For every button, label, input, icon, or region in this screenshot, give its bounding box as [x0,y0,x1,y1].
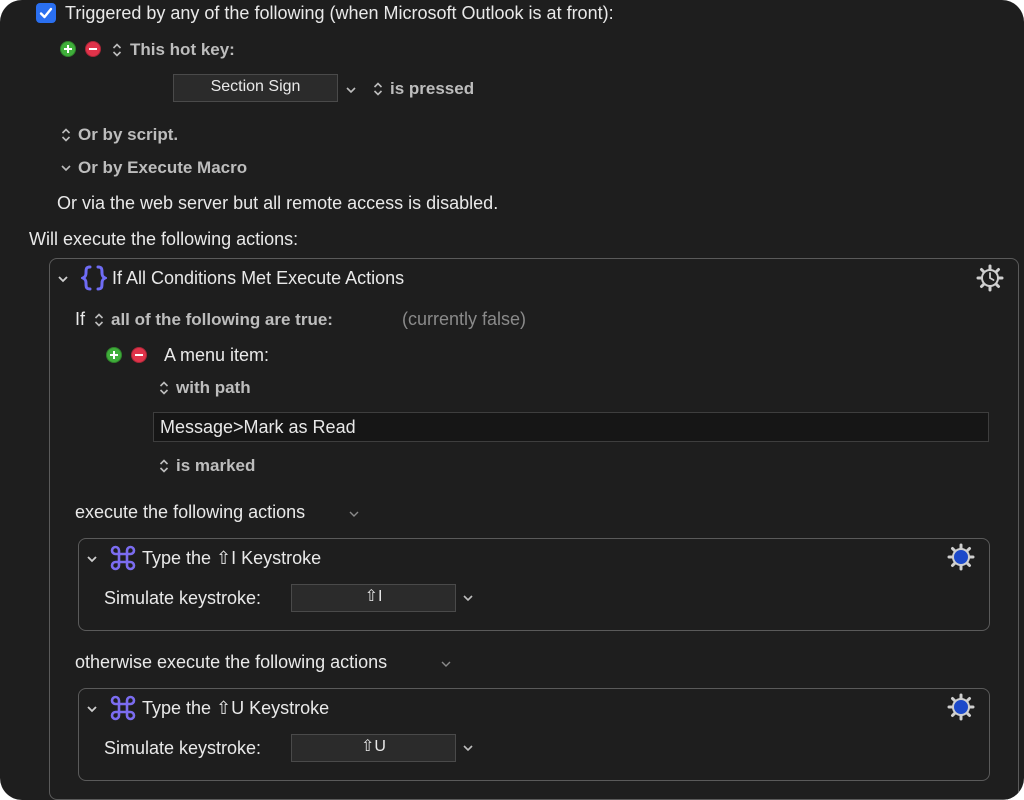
actions-header: Will execute the following actions: [29,229,299,249]
then-keystroke-dropdown-icon[interactable] [462,594,474,602]
by-script-label: Or by script. [78,125,179,144]
hotkey-field[interactable]: Section Sign [173,74,338,102]
trigger-title: Triggered by any of the following (when … [65,3,614,23]
else-action-title: Type the ⇧U Keystroke [142,698,330,718]
is-marked-stepper-icon[interactable] [159,458,169,474]
braces-icon [81,265,107,291]
gear-icon[interactable] [947,693,975,721]
else-disclosure-icon[interactable] [440,660,452,668]
add-condition-button[interactable] [106,347,122,363]
remove-trigger-button[interactable] [85,41,101,57]
condition-mode: all of the following are true: [111,310,333,329]
then-simulate-label: Simulate keystroke: [104,588,262,608]
add-trigger-button[interactable] [60,41,76,57]
with-path-label: with path [176,378,251,397]
condition-state: (currently false) [402,309,527,329]
gear-icon[interactable] [947,543,975,571]
then-keystroke-field[interactable]: ⇧I [291,584,456,612]
menu-path-value: Message>Mark as Read [160,417,356,437]
hotkey-label: This hot key: [130,40,235,59]
by-execute-macro-label: Or by Execute Macro [78,158,248,177]
hotkey-dropdown-icon[interactable] [345,86,357,94]
then-action-disclosure-icon[interactable] [86,555,98,563]
then-disclosure-icon[interactable] [348,510,360,518]
condition-type: A menu item: [164,345,270,365]
remove-condition-button[interactable] [131,347,147,363]
else-simulate-label: Simulate keystroke: [104,738,262,758]
is-marked-label: is marked [176,456,256,475]
trigger-enabled-checkbox[interactable] [36,3,56,23]
by-script-stepper-icon[interactable] [61,127,71,143]
else-label: otherwise execute the following actions [75,652,388,672]
with-path-stepper-icon[interactable] [159,380,169,396]
command-icon [110,695,136,721]
then-action-title: Type the ⇧I Keystroke [142,548,322,568]
else-action-disclosure-icon[interactable] [86,705,98,713]
macro-editor-window: Triggered by any of the following (when … [0,0,1024,800]
else-keystroke-dropdown-icon[interactable] [462,744,474,752]
if-action-title: If All Conditions Met Execute Actions [112,268,405,288]
if-label: If [75,309,86,329]
gear-icon[interactable] [976,264,1004,292]
if-action-disclosure-icon[interactable] [57,275,69,283]
menu-path-input[interactable]: Message>Mark as Read [153,412,989,442]
hotkey-state: is pressed [390,79,475,98]
hotkey-state-stepper-icon[interactable] [373,81,383,97]
condition-mode-stepper-icon[interactable] [94,312,104,328]
command-icon [110,545,136,571]
then-label: execute the following actions [75,502,306,522]
execute-macro-disclosure-icon[interactable] [60,164,72,172]
trigger-type-stepper-icon[interactable] [112,42,122,58]
else-keystroke-field[interactable]: ⇧U [291,734,456,762]
web-server-note: Or via the web server but all remote acc… [57,193,499,213]
